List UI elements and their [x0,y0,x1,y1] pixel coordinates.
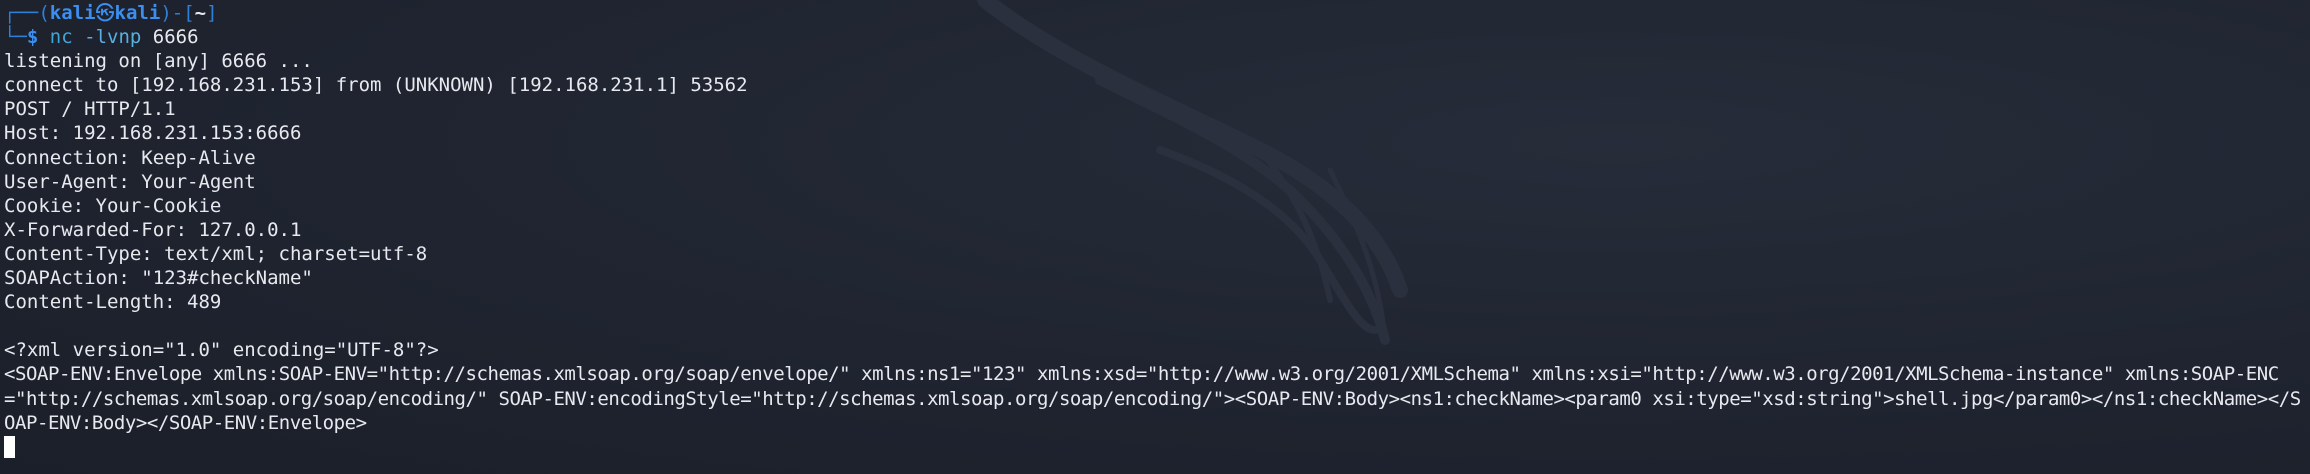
soap-envelope-body: <SOAP-ENV:Envelope xmlns:SOAP-ENV="http:… [4,363,2301,434]
block-cursor-icon [4,436,15,459]
output-line: X-Forwarded-For: 127.0.0.1 [4,218,302,241]
prompt-frame-close: ] [206,2,218,24]
prompt-hostname: kali [114,2,161,24]
terminal-content: ┌──(kali㉿kali)-[~] └─$ nc -lvnp 6666 lis… [4,1,2304,459]
terminal-window[interactable]: ┌──(kali㉿kali)-[~] └─$ nc -lvnp 6666 lis… [0,0,2310,474]
output-line: Host: 192.168.231.153:6666 [4,122,302,145]
prompt-frame-mid: )-[ [160,2,195,24]
prompt-frame-open: ┌──( [4,2,50,24]
command-name: nc [49,26,73,49]
output-line: Content-Length: 489 [4,291,222,314]
output-line: listening on [any] 6666 ... [4,50,313,73]
prompt-frame-bottom: └─ [4,26,27,49]
output-line: SOAPAction: "123#checkName" [4,267,313,290]
prompt-path: ~ [194,2,207,24]
prompt-line-command: └─$ nc -lvnp 6666 [4,25,2304,49]
prompt-dollar: $ [26,26,39,49]
output-line: Content-Type: text/xml; charset=utf-8 [4,242,428,265]
output-line-blank [4,314,2304,338]
command-flag: -lvnp [84,26,142,49]
output-line: <?xml version="1.0" encoding="UTF-8"?> [4,339,439,362]
output-line: Cookie: Your-Cookie [4,194,222,217]
output-line: connect to [192.168.231.153] from (UNKNO… [4,74,748,97]
skull-icon: ㉿ [95,2,115,24]
output-line: POST / HTTP/1.1 [4,98,176,121]
command-port: 6666 [152,26,199,49]
prompt-username: kali [49,2,96,24]
cursor-line[interactable] [4,435,2304,459]
output-line: User-Agent: Your-Agent [4,170,256,193]
output-line: Connection: Keep-Alive [4,146,256,169]
prompt-line-top: ┌──(kali㉿kali)-[~] [4,1,2304,25]
